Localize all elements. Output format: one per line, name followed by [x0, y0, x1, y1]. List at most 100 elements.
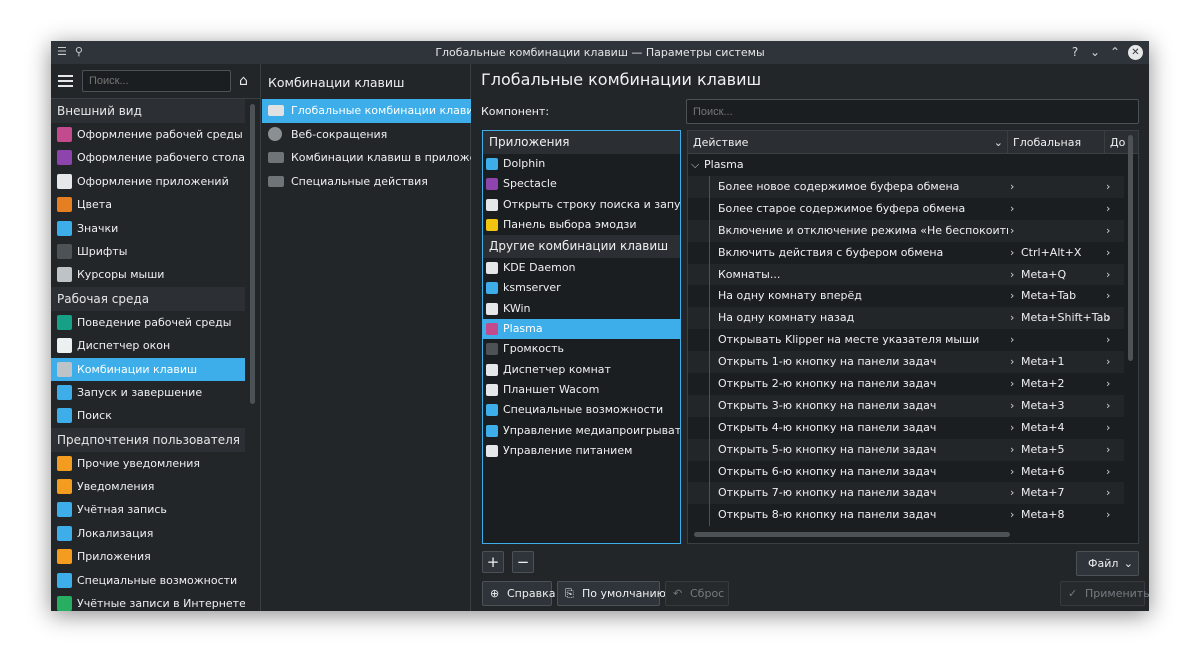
- chevron-right-icon[interactable]: ›: [1010, 285, 1014, 307]
- global-shortcut-cell[interactable]: Meta+Tab: [1021, 285, 1076, 307]
- table-row[interactable]: Открыть 3-ю кнопку на панели задач › Meta+…: [688, 394, 1124, 417]
- apply-button[interactable]: ✓ Применить: [1060, 581, 1149, 606]
- chevron-right-icon[interactable]: ›: [1010, 482, 1014, 504]
- sidebar-item[interactable]: Прочие уведомления: [51, 452, 245, 475]
- table-vertical-scrollbar[interactable]: [1128, 135, 1133, 361]
- sidebar-item[interactable]: Запуск и завершение: [51, 381, 245, 404]
- table-row[interactable]: Открывать Klipper на месте указателя мыш…: [688, 329, 1124, 352]
- chevron-right-icon[interactable]: ›: [1010, 417, 1014, 439]
- maximize-button[interactable]: ⌃: [1108, 44, 1122, 60]
- chevron-right-icon[interactable]: ›: [1106, 395, 1110, 417]
- chevron-down-icon[interactable]: ⌵: [691, 154, 699, 176]
- table-row[interactable]: Включение и отключение режима «Не беспок…: [688, 219, 1124, 242]
- sidebar-item[interactable]: Приложения: [51, 545, 245, 568]
- sidebar-item[interactable]: Локализация: [51, 522, 245, 545]
- group-row-plasma[interactable]: ⌵ Plasma: [688, 154, 1124, 176]
- chevron-right-icon[interactable]: ›: [1010, 439, 1014, 461]
- defaults-button[interactable]: ⎘ По умолчанию: [557, 581, 666, 606]
- table-row[interactable]: Более новое содержимое буфера обмена › ›: [688, 176, 1124, 198]
- component-item[interactable]: Управление медиапроигрывател...: [483, 421, 680, 441]
- hamburger-menu-icon[interactable]: [58, 75, 73, 87]
- sidebar-item[interactable]: Учётная запись: [51, 498, 245, 521]
- submodule-item-custom-actions[interactable]: Специальные действия: [262, 170, 471, 194]
- column-header-global[interactable]: Глобальная: [1008, 131, 1105, 154]
- component-item[interactable]: Громкость: [483, 339, 680, 359]
- global-shortcut-cell[interactable]: Ctrl+Alt+X: [1021, 242, 1081, 264]
- sidebar-item[interactable]: Оформление рабочей среды: [51, 123, 245, 146]
- chevron-right-icon[interactable]: ›: [1010, 373, 1014, 395]
- shortcut-search-input[interactable]: [686, 99, 1139, 124]
- global-shortcut-cell[interactable]: Meta+2: [1021, 373, 1065, 395]
- component-item[interactable]: ksmserver: [483, 278, 680, 298]
- chevron-right-icon[interactable]: ›: [1106, 242, 1110, 264]
- chevron-right-icon[interactable]: ›: [1106, 373, 1110, 395]
- component-item[interactable]: Открыть строку поиска и запуска...: [483, 195, 680, 215]
- chevron-right-icon[interactable]: ›: [1010, 395, 1014, 417]
- global-shortcut-cell[interactable]: Meta+1: [1021, 351, 1065, 373]
- chevron-right-icon[interactable]: ›: [1010, 307, 1014, 329]
- chevron-right-icon[interactable]: ›: [1010, 264, 1014, 286]
- component-item[interactable]: Spectacle: [483, 174, 680, 194]
- component-item[interactable]: KWin: [483, 299, 680, 319]
- global-shortcut-cell[interactable]: Meta+3: [1021, 395, 1065, 417]
- column-header-action[interactable]: Действие ⌄: [688, 131, 1008, 154]
- sidebar-item[interactable]: Значки: [51, 217, 245, 240]
- table-row[interactable]: Комнаты... › Meta+Q ›: [688, 263, 1124, 286]
- remove-button[interactable]: −: [512, 551, 534, 573]
- table-row[interactable]: На одну комнату назад › Meta+Shift+Tab ›: [688, 307, 1124, 330]
- submodule-item-app-shortcuts[interactable]: Комбинации клавиш в приложен...: [262, 146, 471, 170]
- table-row[interactable]: Открыть 2-ю кнопку на панели задач › Meta+…: [688, 373, 1124, 395]
- close-button[interactable]: ✕: [1128, 44, 1143, 60]
- chevron-right-icon[interactable]: ›: [1010, 242, 1014, 264]
- chevron-right-icon[interactable]: ›: [1010, 329, 1014, 351]
- chevron-right-icon[interactable]: ›: [1106, 504, 1110, 526]
- component-item[interactable]: Dolphin: [483, 154, 680, 174]
- global-shortcut-cell[interactable]: Meta+5: [1021, 439, 1065, 461]
- sidebar-search-input[interactable]: [82, 70, 231, 92]
- chevron-right-icon[interactable]: ›: [1010, 461, 1014, 483]
- sidebar-item[interactable]: Цвета: [51, 193, 245, 216]
- table-row[interactable]: На одну комнату вперёд › Meta+Tab ›: [688, 285, 1124, 308]
- chevron-right-icon[interactable]: ›: [1010, 176, 1014, 198]
- table-row[interactable]: Открыть 7-ю кнопку на панели задач › Meta+…: [688, 482, 1124, 505]
- chevron-right-icon[interactable]: ›: [1106, 461, 1110, 483]
- sidebar-item[interactable]: Учётные записи в Интернете: [51, 592, 245, 611]
- global-shortcut-cell[interactable]: Meta+6: [1021, 461, 1065, 483]
- table-row[interactable]: Более старое содержимое буфера обмена › ›: [688, 197, 1124, 220]
- sidebar-item[interactable]: Комбинации клавиш: [51, 357, 245, 381]
- chevron-right-icon[interactable]: ›: [1106, 285, 1110, 307]
- global-shortcut-cell[interactable]: Meta+4: [1021, 417, 1065, 439]
- table-row[interactable]: Открыть 6-ю кнопку на панели задач › Meta+…: [688, 460, 1124, 483]
- chevron-right-icon[interactable]: ›: [1106, 220, 1110, 242]
- sidebar-scrollbar[interactable]: [250, 104, 255, 404]
- chevron-right-icon[interactable]: ›: [1106, 176, 1110, 198]
- chevron-right-icon[interactable]: ›: [1106, 307, 1110, 329]
- column-header-extra[interactable]: До: [1105, 131, 1138, 154]
- chevron-right-icon[interactable]: ›: [1106, 198, 1110, 220]
- table-row[interactable]: Открыть 1-ю кнопку на панели задач › Meta+…: [688, 351, 1124, 374]
- chevron-right-icon[interactable]: ›: [1106, 264, 1110, 286]
- add-button[interactable]: +: [482, 551, 504, 573]
- submodule-item-global-shortcuts[interactable]: Глобальные комбинации клавиш: [262, 99, 471, 123]
- table-horizontal-scrollbar[interactable]: [694, 532, 1010, 537]
- sidebar-item[interactable]: Курсоры мыши: [51, 263, 245, 286]
- home-icon[interactable]: ⌂: [239, 74, 253, 88]
- chevron-right-icon[interactable]: ›: [1106, 351, 1110, 373]
- chevron-right-icon[interactable]: ›: [1010, 220, 1014, 242]
- table-row[interactable]: Открыть 8-ю кнопку на панели задач › Meta+…: [688, 504, 1124, 527]
- table-row[interactable]: Открыть 5-ю кнопку на панели задач › Meta+…: [688, 438, 1124, 461]
- chevron-right-icon[interactable]: ›: [1010, 351, 1014, 373]
- component-item[interactable]: Plasma: [483, 319, 680, 340]
- table-row[interactable]: Открыть 4-ю кнопку на панели задач › Meta+…: [688, 416, 1124, 439]
- component-item[interactable]: KDE Daemon: [483, 258, 680, 278]
- sidebar-item[interactable]: Оформление приложений: [51, 170, 245, 193]
- table-row[interactable]: Включить действия с буфером обмена › Ctrl+…: [688, 241, 1124, 264]
- component-item[interactable]: Панель выбора эмодзи: [483, 215, 680, 235]
- global-shortcut-cell[interactable]: Meta+7: [1021, 482, 1065, 504]
- sidebar-item[interactable]: Шрифты: [51, 240, 245, 263]
- reset-button[interactable]: ↶ Сброс: [665, 581, 729, 606]
- minimize-button[interactable]: ⌄: [1088, 44, 1102, 60]
- global-shortcut-cell[interactable]: Meta+Shift+Tab: [1021, 307, 1110, 329]
- sidebar-item[interactable]: Поведение рабочей среды: [51, 311, 245, 334]
- chevron-right-icon[interactable]: ›: [1106, 417, 1110, 439]
